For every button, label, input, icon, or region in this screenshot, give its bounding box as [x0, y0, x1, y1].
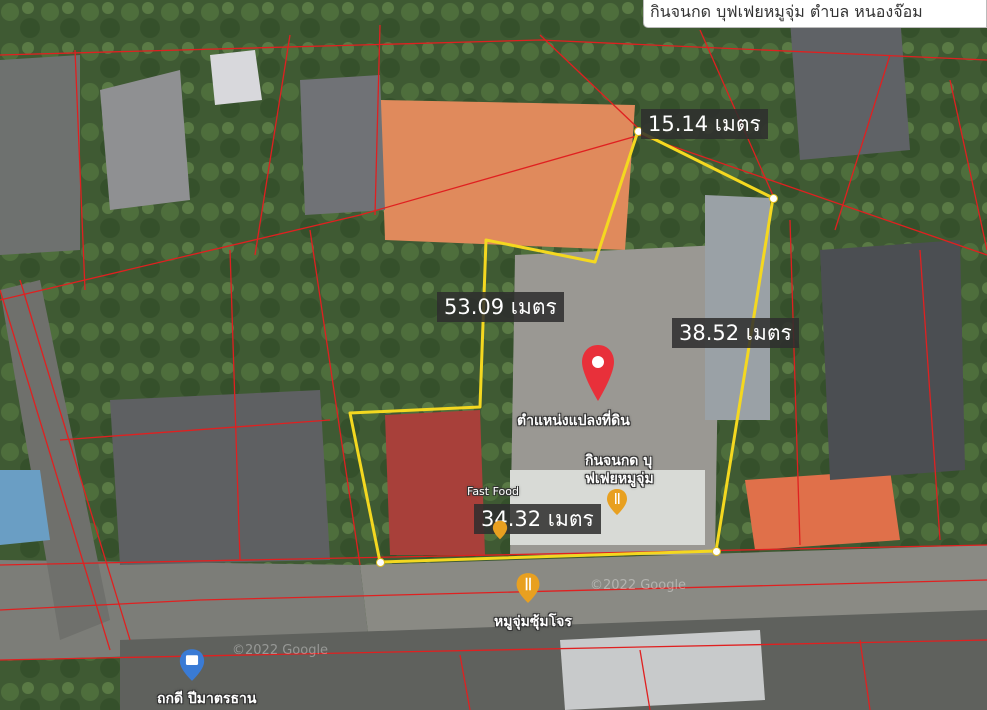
- measurement-label-left: 53.09 เมตร: [437, 292, 564, 322]
- map-pin-icon[interactable]: [580, 343, 616, 403]
- place-title: กินจนกด บุฟเฟยหมูจุ่ม ตำบล หนองจ๊อม: [650, 2, 923, 21]
- poi-bus-stop-label[interactable]: ถกดี ปีมาตรธาน: [157, 688, 256, 710]
- map-view[interactable]: กินจนกด บุฟเฟยหมูจุ่ม ตำบล หนองจ๊อม 15.1…: [0, 0, 987, 710]
- measurement-label-right: 38.52 เมตร: [672, 318, 799, 348]
- map-copyright: ©2022 Google: [590, 578, 687, 593]
- satellite-imagery: [0, 0, 987, 710]
- fast-food-icon[interactable]: [492, 520, 508, 540]
- place-title-bar: กินจนกด บุฟเฟยหมูจุ่ม ตำบล หนองจ๊อม: [643, 0, 987, 28]
- boundary-vertex[interactable]: [376, 558, 385, 567]
- restaurant-icon[interactable]: [606, 488, 628, 516]
- poi-fast-food-label[interactable]: Fast Food: [467, 485, 519, 498]
- measurement-label-top: 15.14 เมตร: [641, 109, 768, 139]
- map-copyright: ©2022 Google: [232, 643, 329, 658]
- poi-restaurant-label-line2[interactable]: ฟเฟยหมูจุ่ม: [585, 468, 654, 490]
- boundary-vertex[interactable]: [769, 194, 778, 203]
- bus-stop-icon[interactable]: [178, 648, 206, 682]
- marker-label: ตำแหน่งแปลงที่ดิน: [517, 413, 630, 429]
- boundary-vertex[interactable]: [712, 547, 721, 556]
- poi-restaurant-2-label[interactable]: หมูจุ่มซุ้มโจร: [494, 611, 572, 633]
- restaurant-icon[interactable]: [515, 572, 541, 604]
